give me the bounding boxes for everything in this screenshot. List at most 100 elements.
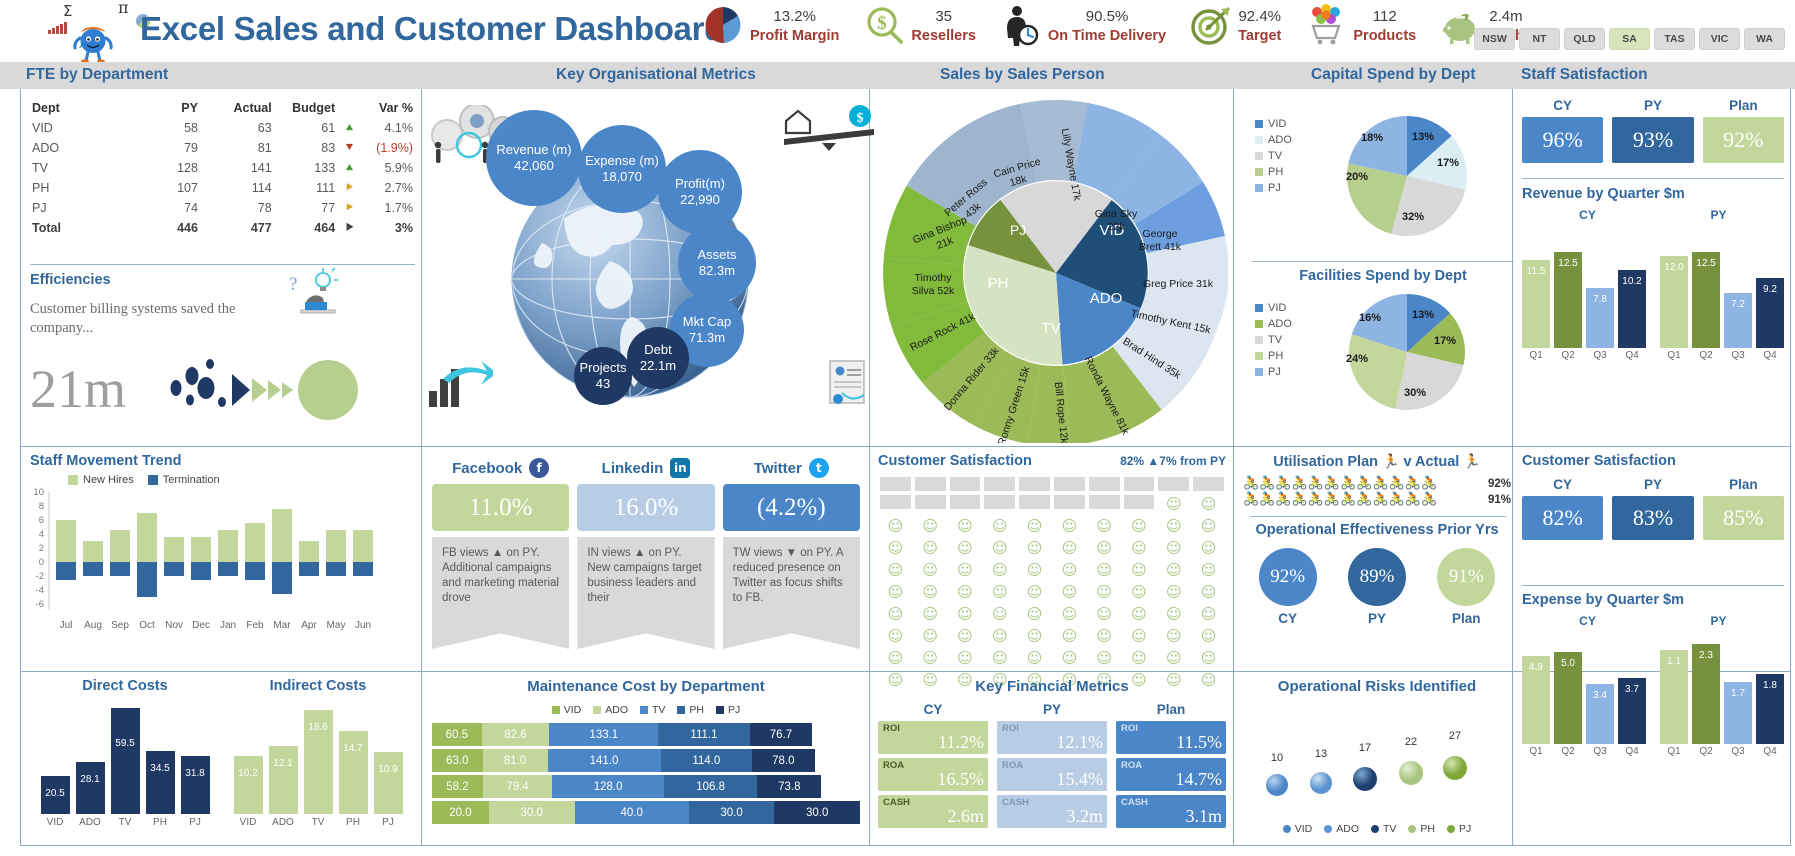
customer-satisfaction-smiley-grid[interactable]: ☺ ☺ ☺ ☺ ☺ ☺ ☺ ☺ ☺ ☺ ☺ ☺ ☺ ☺ ☺ ☺ ☺ ☺ ☺ ☺ ☺ ☺ ☺ ☺ ☺ ☺ ☺ ☺ ☺ ☺ ☺ ☺ ☺ ☺ ☺ ☺ ☺ ☺ ☺ ☺…	[878, 477, 1226, 689]
revenue-quarter-chart[interactable]: 11.5 12.5 7.8 10.2 12.0 12.5 7.2 9.2	[1522, 226, 1784, 348]
satisfaction-cell: ☺	[957, 539, 973, 557]
kpi-label: Resellers	[911, 28, 976, 44]
expense-quarter-chart[interactable]: 4.9 5.0 3.4 3.7 1.1 2.3 1.7 1.8	[1522, 632, 1784, 744]
bubble-label: Mkt Cap	[682, 314, 732, 329]
cell-budget: 464	[314, 221, 336, 235]
expense-quarter-title: Expense by Quarter $m	[1522, 592, 1684, 608]
inner-label-ph: PH	[988, 275, 1009, 292]
state-slicer[interactable]: NSW NT QLD SA TAS VIC WA	[1474, 28, 1785, 50]
satisfaction-cell: ☺	[1061, 605, 1078, 623]
kpi-target[interactable]: 92.4% Target	[1178, 4, 1293, 48]
divider	[869, 89, 870, 846]
satisfaction-cell: ☺	[1061, 539, 1078, 557]
table-row[interactable]: PH 107 114 111 ⯈ 2.7%	[30, 178, 415, 198]
slicer-tas[interactable]: TAS	[1654, 28, 1695, 50]
capital-legend: VID ADO TV PH PJ	[1255, 116, 1292, 196]
direct-costs-chart[interactable]: 20.5 28.1 59.5 34.5 31.8	[30, 704, 220, 814]
kpi-profit-margin[interactable]: 13.2% Profit Margin	[690, 4, 851, 48]
slicer-wa[interactable]: WA	[1744, 28, 1785, 50]
utilisation-actual-pictogram: 🚴🚴🚴🚴🚴🚴🚴🚴🚴🚴🚴🚴	[1243, 492, 1438, 507]
bubble-label: Revenue (m)	[496, 142, 572, 157]
staff-movement-chart[interactable]: 10 8 6 4 2 0 -2 -4 -6 Jul Aug Sep Oct No…	[30, 487, 415, 648]
satisfaction-cell: ☺	[1131, 583, 1147, 601]
facilities-title: Facilities Spend by Dept	[1299, 268, 1467, 284]
slicer-nt[interactable]: NT	[1519, 28, 1560, 50]
facilities-spend-pie[interactable]: 13% 17% 30% 24% 16%	[1335, 286, 1485, 426]
kf-value-plan: 14.7%	[1175, 769, 1223, 789]
table-row[interactable]: VID 58 63 61 ⯅ 4.1%	[30, 118, 415, 138]
slicer-vic[interactable]: VIC	[1699, 28, 1740, 50]
cell-actual: 63	[257, 121, 272, 135]
svg-text:Oct: Oct	[139, 620, 155, 631]
table-row[interactable]: PJ 74 78 77 ⯈ 1.7%	[30, 198, 415, 218]
divider	[1522, 585, 1784, 586]
satisfaction-cell: ☺	[1096, 539, 1113, 557]
kpi-products[interactable]: 112 Products	[1293, 4, 1428, 48]
bar-exp-py-q3: 1.7	[1724, 682, 1752, 744]
staff-sat-value-py: 93%	[1612, 117, 1694, 163]
table-row[interactable]: ADO 79 81 83 ⯆ (1.9%)	[30, 138, 415, 158]
svg-text:8: 8	[39, 501, 44, 512]
metric-bubble-revenue[interactable]: Revenue (m) 42,060	[486, 110, 582, 206]
kpi-value: 90.5%	[1085, 8, 1129, 25]
satisfaction-cell: ☺	[1200, 539, 1217, 557]
divider	[20, 89, 21, 846]
kpi-strip: 13.2% Profit Margin $ 35 Resellers 90.5%…	[690, 4, 1536, 48]
social-panel: Facebook f 11.0% FB views ▲ on PY. Addit…	[432, 458, 860, 649]
pie-label: 30%	[1404, 387, 1426, 399]
table-row[interactable]: TV 128 141 133 ⯅ 5.9%	[30, 158, 415, 178]
metric-bubble-assets[interactable]: Assets 82.3m	[678, 224, 756, 302]
operational-risks-bubble-chart[interactable]: 10 13 17 22 27	[1243, 703, 1511, 815]
satisfaction-cell: ☺	[1131, 605, 1147, 623]
section-title-metrics: Key Organisational Metrics	[556, 66, 756, 83]
pie-label: 13%	[1412, 309, 1434, 321]
metric-bubble-projects[interactable]: Projects 43	[574, 347, 632, 405]
kf-value-py: 12.1%	[1056, 732, 1104, 752]
maintenance-stacked-bars[interactable]: 60.5 82.6 133.1 111.1 76.7 63.0 81.0 141…	[432, 723, 860, 824]
divider	[30, 264, 415, 265]
cell-actual: 114	[251, 181, 272, 195]
kf-value-cy: 16.5%	[937, 769, 985, 789]
satisfaction-cell: ☺	[1131, 517, 1147, 535]
satisfaction-cell: ☺	[1131, 561, 1147, 579]
svg-text:22k: 22k	[1108, 221, 1126, 233]
op-eff-header-cy: CY	[1278, 611, 1298, 626]
facilities-spend-panel: Facilities Spend by Dept VID ADO TV PH P…	[1243, 268, 1523, 436]
operational-effectiveness-panel: Operational Effectiveness Prior Yrs 92% …	[1243, 522, 1511, 626]
kf-value-plan: 3.1m	[1185, 806, 1222, 826]
cell-actual: 477	[250, 221, 272, 235]
kpi-value: 13.2%	[773, 8, 816, 25]
staff-sat-value-cy: 96%	[1522, 117, 1604, 163]
satisfaction-cell: ☺	[957, 627, 973, 645]
metric-bubble-expense[interactable]: Expense (m) 18,070	[578, 125, 666, 213]
cs-header-cy: CY	[1553, 477, 1573, 492]
metric-bubble-profit[interactable]: Profit(m) 22,990	[658, 150, 742, 234]
metric-bubble-debt[interactable]: Debt 22.1m	[627, 327, 689, 389]
slicer-qld[interactable]: QLD	[1564, 28, 1605, 50]
capital-spend-pie[interactable]: 13% 17% 32% 20% 18%	[1335, 102, 1485, 252]
social-card-twitter[interactable]: Twitter t (4.2%) TW views ▼ on PY. A red…	[722, 458, 860, 649]
social-card-facebook[interactable]: Facebook f 11.0% FB views ▲ on PY. Addit…	[432, 458, 570, 649]
kpi-label: Profit Margin	[750, 28, 840, 44]
slicer-nsw[interactable]: NSW	[1474, 28, 1515, 50]
sales-by-person-chart[interactable]: PJ VID ADO TV PH Gina Sky 22k George Bre…	[878, 95, 1229, 447]
kf-row-roa: ROA 16.5% ROA 15.4% ROA 14.7%	[878, 758, 1226, 791]
slicer-sa[interactable]: SA	[1609, 28, 1650, 50]
satisfaction-cell: ☺	[1131, 539, 1147, 557]
satisfaction-cell: ☺	[1200, 605, 1217, 623]
facilities-legend: VID ADO TV PH PJ	[1255, 300, 1292, 380]
bubble-label: Profit(m)	[675, 176, 725, 191]
indirect-costs-chart[interactable]: 10.2 12.1 18.6 14.7 10.9	[222, 704, 414, 814]
satisfaction-cell: ☺	[1061, 517, 1078, 535]
target-arrow-icon	[1190, 4, 1232, 48]
satisfaction-cell	[914, 495, 946, 509]
efficiencies-title: Efficiencies	[30, 272, 111, 288]
legend-item: PJ	[1255, 364, 1292, 380]
satisfaction-cell: ☺	[1061, 627, 1078, 645]
satisfaction-cell: ☺	[1061, 583, 1078, 601]
kpi-on-time-delivery[interactable]: 90.5% On Time Delivery	[988, 4, 1178, 48]
social-card-linkedin[interactable]: Linkedin in 16.0% IN views ▲ on PY. New …	[577, 458, 715, 649]
cell-py: 446	[177, 221, 198, 235]
kpi-resellers[interactable]: $ 35 Resellers	[851, 4, 988, 48]
satisfaction-cell: ☺	[1200, 583, 1217, 601]
